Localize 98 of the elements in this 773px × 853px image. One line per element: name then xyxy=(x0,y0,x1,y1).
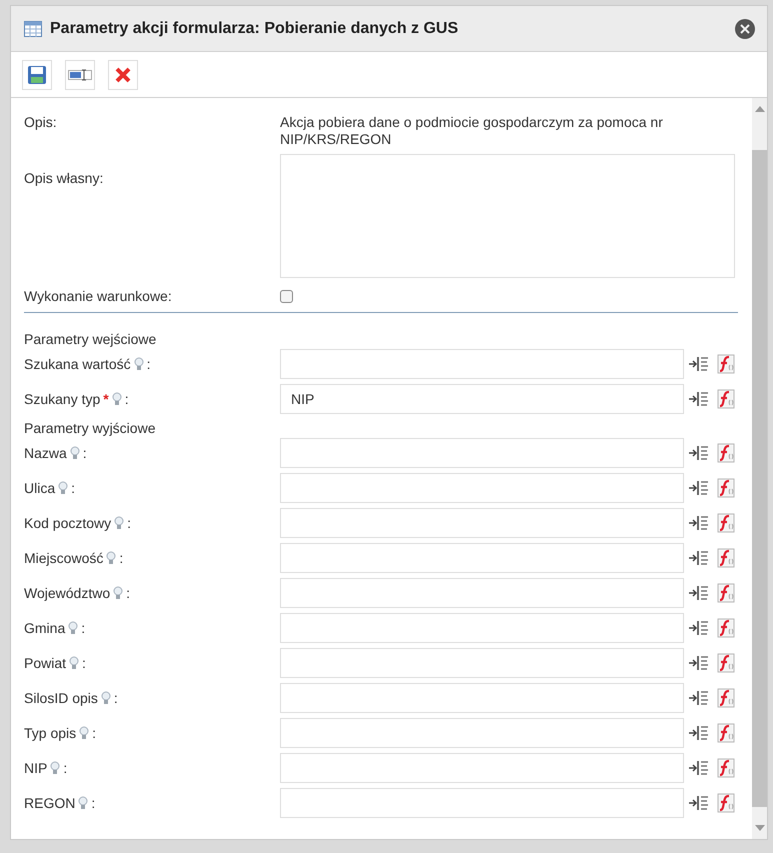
insert-variable-icon[interactable] xyxy=(689,514,709,532)
input-field[interactable] xyxy=(280,613,684,643)
table-icon xyxy=(24,20,42,36)
cross-icon xyxy=(114,66,132,84)
colon: : xyxy=(127,515,132,531)
function-icon[interactable] xyxy=(717,618,735,638)
colon: : xyxy=(146,356,150,372)
section-heading: Parametry wyjściowe xyxy=(24,419,156,437)
field-label: NIP xyxy=(24,760,48,776)
lightbulb-icon xyxy=(68,620,78,636)
field-label: Powiat xyxy=(24,655,66,671)
lightbulb-icon xyxy=(113,586,124,600)
colon: : xyxy=(92,725,96,741)
scroll-up-icon[interactable] xyxy=(754,106,764,112)
dialog-title: Parametry akcji formularza: Pobieranie danych z GUS xyxy=(50,20,460,38)
lightbulb-icon xyxy=(106,550,116,566)
function-icon[interactable] xyxy=(717,688,735,708)
input-field[interactable] xyxy=(280,508,684,538)
close-button[interactable] xyxy=(735,18,755,38)
function-icon[interactable] xyxy=(717,443,735,463)
colon: : xyxy=(91,795,96,811)
lightbulb-icon xyxy=(70,446,80,460)
input-field[interactable] xyxy=(280,648,684,678)
colon: : xyxy=(63,760,68,776)
text-field-button[interactable] xyxy=(65,60,95,90)
input-field[interactable] xyxy=(280,349,684,379)
lightbulb-icon xyxy=(69,656,80,670)
lightbulb-icon xyxy=(134,356,144,372)
close-icon xyxy=(740,24,750,34)
insert-variable-icon[interactable] xyxy=(689,444,709,462)
colon: : xyxy=(81,620,86,636)
input-field[interactable] xyxy=(280,788,684,818)
function-icon[interactable] xyxy=(717,653,735,673)
field-label: Szukana wartość xyxy=(24,356,131,372)
save-button[interactable] xyxy=(22,60,52,90)
colon: : xyxy=(124,391,129,407)
field-label: SilosID opis xyxy=(24,690,98,706)
insert-variable-icon[interactable] xyxy=(689,759,709,777)
input-field[interactable] xyxy=(280,753,684,783)
lightbulb-icon xyxy=(50,760,60,776)
field-label: Szukany typ xyxy=(24,391,100,407)
required-mark: * xyxy=(103,391,109,407)
insert-variable-icon[interactable] xyxy=(689,584,709,602)
colon: : xyxy=(119,550,124,566)
colon: : xyxy=(114,690,118,706)
insert-variable-icon[interactable] xyxy=(689,619,709,637)
lightbulb-icon xyxy=(100,690,111,706)
function-icon[interactable] xyxy=(717,513,735,533)
lightbulb-icon xyxy=(79,726,90,740)
colon: : xyxy=(126,585,130,601)
colon: : xyxy=(71,480,76,496)
lightbulb-icon xyxy=(58,480,68,496)
input-field[interactable]: NIP xyxy=(280,384,684,414)
function-icon[interactable] xyxy=(717,793,735,813)
field-label: REGON xyxy=(24,795,76,811)
lightbulb-icon xyxy=(112,392,122,406)
field-label: Nazwa xyxy=(24,445,67,461)
field-label: Opis: xyxy=(24,114,57,130)
scroll-down-icon[interactable] xyxy=(754,825,764,831)
insert-variable-icon[interactable] xyxy=(689,724,709,742)
text-field-icon xyxy=(68,68,92,80)
function-icon[interactable] xyxy=(717,548,735,568)
lightbulb-icon xyxy=(114,516,124,530)
field-label: Wykonanie warunkowe: xyxy=(24,288,172,304)
input-field[interactable] xyxy=(280,718,684,748)
field-label: Kod pocztowy xyxy=(24,515,112,531)
input-field[interactable] xyxy=(280,438,684,468)
input-field[interactable] xyxy=(280,473,684,503)
field-label: Typ opis xyxy=(24,725,76,741)
section-heading: Parametry wejściowe xyxy=(24,330,158,348)
field-label: Opis własny: xyxy=(24,170,104,186)
lightbulb-icon xyxy=(78,796,88,810)
insert-variable-icon[interactable] xyxy=(689,794,709,812)
function-icon[interactable] xyxy=(717,389,735,409)
checkbox[interactable] xyxy=(280,290,293,302)
input-field[interactable] xyxy=(280,543,684,573)
insert-variable-icon[interactable] xyxy=(689,549,709,567)
input-field[interactable] xyxy=(280,683,684,713)
insert-variable-icon[interactable] xyxy=(689,689,709,707)
insert-variable-icon[interactable] xyxy=(689,654,709,672)
scrollbar[interactable] xyxy=(752,98,767,839)
field-label: Gmina xyxy=(24,620,66,636)
field-label: Ulica xyxy=(24,480,56,496)
insert-variable-icon[interactable] xyxy=(689,479,709,497)
colon: : xyxy=(82,445,87,461)
function-icon[interactable] xyxy=(717,354,735,374)
field-label: Województwo xyxy=(24,585,110,601)
function-icon[interactable] xyxy=(717,758,735,778)
field-label: Miejscowość xyxy=(24,550,104,566)
colon: : xyxy=(82,655,86,671)
function-icon[interactable] xyxy=(717,583,735,603)
insert-variable-icon[interactable] xyxy=(689,355,709,373)
input-field[interactable] xyxy=(280,578,684,608)
insert-variable-icon[interactable] xyxy=(689,390,709,408)
delete-button[interactable] xyxy=(108,60,138,90)
description-text: Akcja pobiera dane o podmiocie gospodarczym za pomoca nr NIP/KRS/REGON xyxy=(280,114,664,148)
function-icon[interactable] xyxy=(717,723,735,743)
function-icon[interactable] xyxy=(717,478,735,498)
